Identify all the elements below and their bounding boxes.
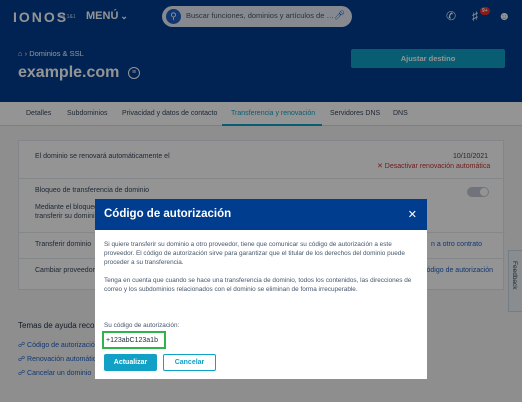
modal-warning: Tenga en cuenta que cuando se hace una t… <box>104 277 412 293</box>
close-icon[interactable]: ✕ <box>408 208 417 221</box>
modal-header: Código de autorización ✕ <box>95 199 427 230</box>
auth-code-field[interactable]: +123abC123a1b <box>102 331 166 349</box>
modal-title: Código de autorización <box>104 208 232 220</box>
update-button[interactable]: Actualizar <box>104 354 157 371</box>
modal-description: Si quiere transferir su dominio a otro p… <box>104 241 405 266</box>
auth-code-value: +123abC123a1b <box>106 337 158 344</box>
auth-code-modal: Código de autorización ✕ Si quiere trans… <box>95 199 427 379</box>
auth-code-label: Su código de autorización: <box>104 322 180 329</box>
cancel-button[interactable]: Cancelar <box>163 354 216 371</box>
